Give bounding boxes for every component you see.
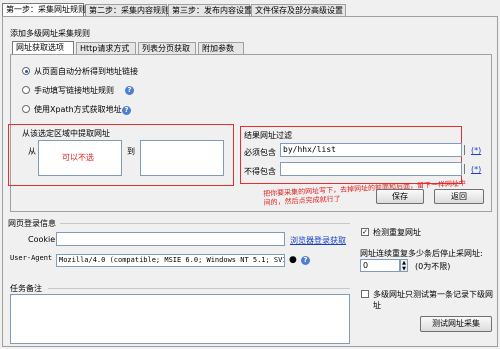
extract-title: 从该选定区域中提取网址 [22,129,110,138]
stop-after-hint: (0为不限) [415,262,451,271]
help-icon[interactable]: ? [125,86,134,95]
to-label: 到 [127,147,135,156]
user-agent-input[interactable]: Mozilla/4.0 (compatible; MSIE 6.0; Windo… [56,254,285,267]
stop-after-input[interactable]: 0 [360,259,400,272]
check-duplicate-checkbox[interactable]: ✓ [361,228,369,236]
section-title: 添加多级网址采集规则 [10,29,90,38]
subtab-pagination[interactable]: 列表分页获取 [138,42,196,54]
task-notes-title: 任务备注 [10,284,42,293]
task-notes-textarea[interactable] [10,294,350,344]
subtab-options[interactable]: 网址获取选项 [12,41,74,54]
back-button[interactable]: 返回 [434,189,484,204]
not-contain-label: 不得包含 [244,167,276,176]
filter-title: 结果网址过滤 [244,131,292,140]
multi-level-test-label: 多级网址只测试第一条记录下级网址 [373,290,493,310]
tab-advanced[interactable]: 文件保存及部分高级设置 [251,4,346,16]
stop-after-spinner[interactable]: ▲ ▼ [400,259,408,272]
stop-after-label: 网址连续重复多少条后停止采网址: [360,249,483,258]
notes-divider [48,288,350,289]
help-icon[interactable]: ? [301,256,310,265]
radio-manual-rule-label: 手动填写链接地址规则 [34,86,114,95]
cookie-label: Cookie [28,235,56,244]
login-divider [60,223,350,224]
radio-xpath[interactable] [22,105,30,113]
multi-level-test-checkbox[interactable] [361,290,369,298]
not-separator [464,164,465,174]
browser-login-link[interactable]: 浏览器登录获取 [290,235,346,246]
user-agent-label: User-Agent [10,254,53,262]
tab-step2[interactable]: 第二步：采集内容规则 [85,4,169,16]
radio-xpath-label: 使用Xpath方式获取地址 [34,105,122,114]
help-icon[interactable]: ? [122,106,131,115]
subtab-params[interactable]: 附加参数 [198,42,244,54]
must-contain-label: 必须包含 [244,148,276,157]
must-contain-wildcard-link[interactable]: (*) [471,146,481,155]
not-contain-input[interactable] [280,162,462,176]
to-input[interactable] [140,140,224,176]
tab-step3[interactable]: 第三步：发布内容设置 [168,4,252,16]
tab-step1[interactable]: 第一步：采集网址规则 [2,3,86,16]
save-button[interactable]: 保存 [376,189,424,204]
login-section-title: 网页登录信息 [8,219,56,228]
radio-manual-rule[interactable] [22,86,30,94]
must-separator [464,145,465,155]
subtab-http[interactable]: Http请求方式 [76,42,136,54]
user-agent-dropdown-icon[interactable]: ● [289,255,297,265]
test-url-collect-button[interactable]: 测试网址采集 [420,316,492,332]
radio-auto-analyze-label: 从页面自动分析得到地址链接 [34,67,138,76]
from-label: 从 [28,147,36,156]
check-duplicate-label: 检测重复网址 [373,228,421,237]
must-contain-input[interactable]: by/hhx/list [280,143,462,157]
optional-annotation: 可以不选 [62,153,94,162]
cookie-input[interactable] [56,232,285,246]
not-contain-wildcard-link[interactable]: (*) [471,165,481,174]
radio-auto-analyze[interactable] [22,67,30,75]
